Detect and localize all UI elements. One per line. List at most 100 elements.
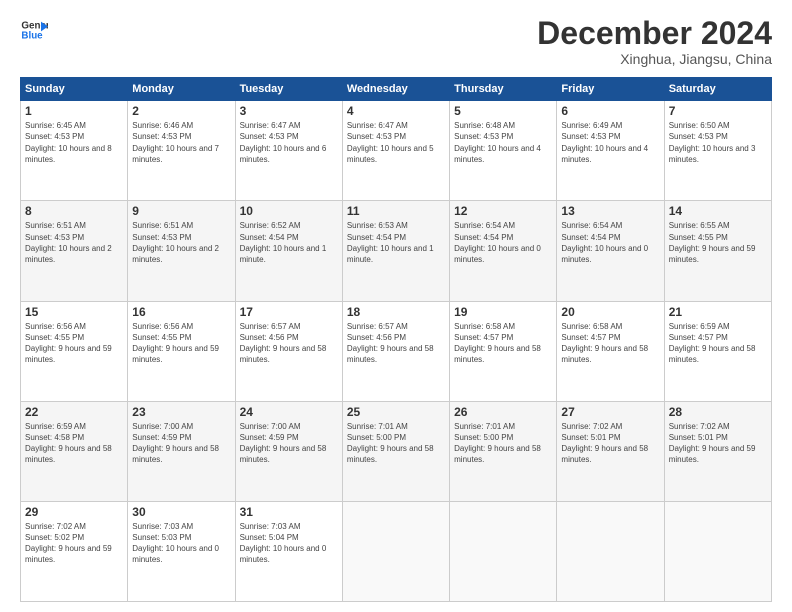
day-number: 17 — [240, 305, 338, 319]
table-row: 30 Sunrise: 7:03 AM Sunset: 5:03 PM Dayl… — [128, 501, 235, 601]
day-number: 22 — [25, 405, 123, 419]
day-info: Sunrise: 6:58 AM Sunset: 4:57 PM Dayligh… — [561, 321, 659, 366]
table-row: 29 Sunrise: 7:02 AM Sunset: 5:02 PM Dayl… — [21, 501, 128, 601]
calendar-week-row: 22 Sunrise: 6:59 AM Sunset: 4:58 PM Dayl… — [21, 401, 772, 501]
day-info: Sunrise: 6:56 AM Sunset: 4:55 PM Dayligh… — [132, 321, 230, 366]
day-number: 4 — [347, 104, 445, 118]
day-number: 14 — [669, 204, 767, 218]
table-row — [342, 501, 449, 601]
calendar-week-row: 8 Sunrise: 6:51 AM Sunset: 4:53 PM Dayli… — [21, 201, 772, 301]
day-info: Sunrise: 6:48 AM Sunset: 4:53 PM Dayligh… — [454, 120, 552, 165]
day-number: 25 — [347, 405, 445, 419]
day-info: Sunrise: 6:46 AM Sunset: 4:53 PM Dayligh… — [132, 120, 230, 165]
day-number: 27 — [561, 405, 659, 419]
day-info: Sunrise: 6:59 AM Sunset: 4:58 PM Dayligh… — [25, 421, 123, 466]
day-info: Sunrise: 7:01 AM Sunset: 5:00 PM Dayligh… — [454, 421, 552, 466]
table-row: 11 Sunrise: 6:53 AM Sunset: 4:54 PM Dayl… — [342, 201, 449, 301]
day-info: Sunrise: 7:02 AM Sunset: 5:01 PM Dayligh… — [669, 421, 767, 466]
table-row: 7 Sunrise: 6:50 AM Sunset: 4:53 PM Dayli… — [664, 101, 771, 201]
header: General Blue December 2024 Xinghua, Jian… — [20, 16, 772, 67]
col-tuesday: Tuesday — [235, 78, 342, 101]
table-row: 3 Sunrise: 6:47 AM Sunset: 4:53 PM Dayli… — [235, 101, 342, 201]
day-number: 23 — [132, 405, 230, 419]
day-info: Sunrise: 7:01 AM Sunset: 5:00 PM Dayligh… — [347, 421, 445, 466]
day-number: 13 — [561, 204, 659, 218]
day-info: Sunrise: 6:54 AM Sunset: 4:54 PM Dayligh… — [561, 220, 659, 265]
day-number: 18 — [347, 305, 445, 319]
day-info: Sunrise: 6:56 AM Sunset: 4:55 PM Dayligh… — [25, 321, 123, 366]
title-block: December 2024 Xinghua, Jiangsu, China — [537, 16, 772, 67]
day-info: Sunrise: 6:50 AM Sunset: 4:53 PM Dayligh… — [669, 120, 767, 165]
table-row: 19 Sunrise: 6:58 AM Sunset: 4:57 PM Dayl… — [450, 301, 557, 401]
table-row: 12 Sunrise: 6:54 AM Sunset: 4:54 PM Dayl… — [450, 201, 557, 301]
calendar-week-row: 29 Sunrise: 7:02 AM Sunset: 5:02 PM Dayl… — [21, 501, 772, 601]
day-info: Sunrise: 6:47 AM Sunset: 4:53 PM Dayligh… — [347, 120, 445, 165]
location: Xinghua, Jiangsu, China — [537, 51, 772, 67]
day-number: 7 — [669, 104, 767, 118]
day-info: Sunrise: 6:57 AM Sunset: 4:56 PM Dayligh… — [240, 321, 338, 366]
month-title: December 2024 — [537, 16, 772, 51]
day-info: Sunrise: 6:57 AM Sunset: 4:56 PM Dayligh… — [347, 321, 445, 366]
table-row: 4 Sunrise: 6:47 AM Sunset: 4:53 PM Dayli… — [342, 101, 449, 201]
table-row: 27 Sunrise: 7:02 AM Sunset: 5:01 PM Dayl… — [557, 401, 664, 501]
day-info: Sunrise: 6:47 AM Sunset: 4:53 PM Dayligh… — [240, 120, 338, 165]
table-row: 2 Sunrise: 6:46 AM Sunset: 4:53 PM Dayli… — [128, 101, 235, 201]
day-number: 28 — [669, 405, 767, 419]
table-row: 26 Sunrise: 7:01 AM Sunset: 5:00 PM Dayl… — [450, 401, 557, 501]
day-number: 10 — [240, 204, 338, 218]
day-number: 1 — [25, 104, 123, 118]
table-row: 10 Sunrise: 6:52 AM Sunset: 4:54 PM Dayl… — [235, 201, 342, 301]
table-row: 5 Sunrise: 6:48 AM Sunset: 4:53 PM Dayli… — [450, 101, 557, 201]
day-info: Sunrise: 7:03 AM Sunset: 5:03 PM Dayligh… — [132, 521, 230, 566]
table-row: 31 Sunrise: 7:03 AM Sunset: 5:04 PM Dayl… — [235, 501, 342, 601]
day-info: Sunrise: 6:55 AM Sunset: 4:55 PM Dayligh… — [669, 220, 767, 265]
day-info: Sunrise: 6:52 AM Sunset: 4:54 PM Dayligh… — [240, 220, 338, 265]
day-number: 24 — [240, 405, 338, 419]
day-number: 12 — [454, 204, 552, 218]
table-row: 14 Sunrise: 6:55 AM Sunset: 4:55 PM Dayl… — [664, 201, 771, 301]
day-number: 15 — [25, 305, 123, 319]
day-number: 5 — [454, 104, 552, 118]
table-row: 20 Sunrise: 6:58 AM Sunset: 4:57 PM Dayl… — [557, 301, 664, 401]
day-number: 19 — [454, 305, 552, 319]
col-wednesday: Wednesday — [342, 78, 449, 101]
calendar-table: Sunday Monday Tuesday Wednesday Thursday… — [20, 77, 772, 602]
svg-text:Blue: Blue — [21, 30, 43, 41]
day-number: 9 — [132, 204, 230, 218]
day-number: 3 — [240, 104, 338, 118]
day-number: 29 — [25, 505, 123, 519]
day-info: Sunrise: 6:53 AM Sunset: 4:54 PM Dayligh… — [347, 220, 445, 265]
table-row: 21 Sunrise: 6:59 AM Sunset: 4:57 PM Dayl… — [664, 301, 771, 401]
day-info: Sunrise: 7:02 AM Sunset: 5:02 PM Dayligh… — [25, 521, 123, 566]
day-info: Sunrise: 6:54 AM Sunset: 4:54 PM Dayligh… — [454, 220, 552, 265]
table-row: 18 Sunrise: 6:57 AM Sunset: 4:56 PM Dayl… — [342, 301, 449, 401]
table-row: 6 Sunrise: 6:49 AM Sunset: 4:53 PM Dayli… — [557, 101, 664, 201]
table-row: 24 Sunrise: 7:00 AM Sunset: 4:59 PM Dayl… — [235, 401, 342, 501]
day-number: 26 — [454, 405, 552, 419]
day-number: 11 — [347, 204, 445, 218]
day-number: 21 — [669, 305, 767, 319]
calendar-header-row: Sunday Monday Tuesday Wednesday Thursday… — [21, 78, 772, 101]
day-info: Sunrise: 7:00 AM Sunset: 4:59 PM Dayligh… — [132, 421, 230, 466]
day-number: 20 — [561, 305, 659, 319]
day-info: Sunrise: 7:03 AM Sunset: 5:04 PM Dayligh… — [240, 521, 338, 566]
day-info: Sunrise: 7:02 AM Sunset: 5:01 PM Dayligh… — [561, 421, 659, 466]
day-info: Sunrise: 6:45 AM Sunset: 4:53 PM Dayligh… — [25, 120, 123, 165]
day-number: 16 — [132, 305, 230, 319]
table-row: 1 Sunrise: 6:45 AM Sunset: 4:53 PM Dayli… — [21, 101, 128, 201]
col-friday: Friday — [557, 78, 664, 101]
day-info: Sunrise: 6:49 AM Sunset: 4:53 PM Dayligh… — [561, 120, 659, 165]
table-row: 23 Sunrise: 7:00 AM Sunset: 4:59 PM Dayl… — [128, 401, 235, 501]
table-row: 17 Sunrise: 6:57 AM Sunset: 4:56 PM Dayl… — [235, 301, 342, 401]
col-thursday: Thursday — [450, 78, 557, 101]
table-row: 13 Sunrise: 6:54 AM Sunset: 4:54 PM Dayl… — [557, 201, 664, 301]
table-row: 9 Sunrise: 6:51 AM Sunset: 4:53 PM Dayli… — [128, 201, 235, 301]
table-row: 16 Sunrise: 6:56 AM Sunset: 4:55 PM Dayl… — [128, 301, 235, 401]
day-number: 2 — [132, 104, 230, 118]
day-info: Sunrise: 7:00 AM Sunset: 4:59 PM Dayligh… — [240, 421, 338, 466]
col-sunday: Sunday — [21, 78, 128, 101]
logo-icon: General Blue — [20, 16, 48, 44]
day-number: 6 — [561, 104, 659, 118]
table-row: 8 Sunrise: 6:51 AM Sunset: 4:53 PM Dayli… — [21, 201, 128, 301]
day-number: 31 — [240, 505, 338, 519]
